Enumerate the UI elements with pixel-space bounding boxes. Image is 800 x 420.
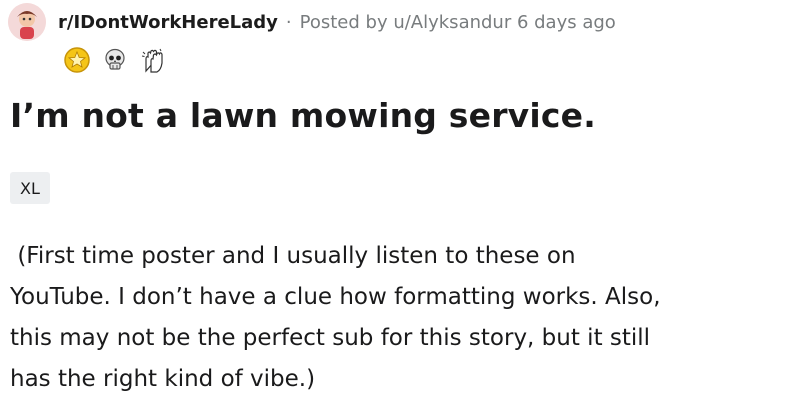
- post-body-text: (First time poster and I usually listen …: [10, 243, 661, 392]
- gold-star-award-icon[interactable]: [64, 47, 90, 73]
- posted-by-text[interactable]: Posted by u/Alyksandur 6 days ago: [300, 12, 616, 33]
- post-title[interactable]: I’m not a lawn mowing service.: [10, 96, 596, 135]
- post-flair-badge[interactable]: XL: [10, 172, 50, 204]
- post-header: r/IDontWorkHereLady · Posted by u/Alyksa…: [8, 2, 616, 42]
- subreddit-link[interactable]: r/IDontWorkHereLady: [58, 12, 278, 33]
- clapping-hands-award-icon[interactable]: [140, 47, 166, 73]
- skull-award-icon[interactable]: [102, 47, 128, 73]
- reddit-post: r/IDontWorkHereLady · Posted by u/Alyksa…: [0, 0, 800, 420]
- subreddit-avatar[interactable]: [8, 3, 46, 41]
- awards-row[interactable]: [64, 44, 166, 76]
- avatar-icon: [8, 3, 46, 41]
- meta-separator: ·: [285, 11, 292, 33]
- post-body: (First time poster and I usually listen …: [10, 236, 790, 400]
